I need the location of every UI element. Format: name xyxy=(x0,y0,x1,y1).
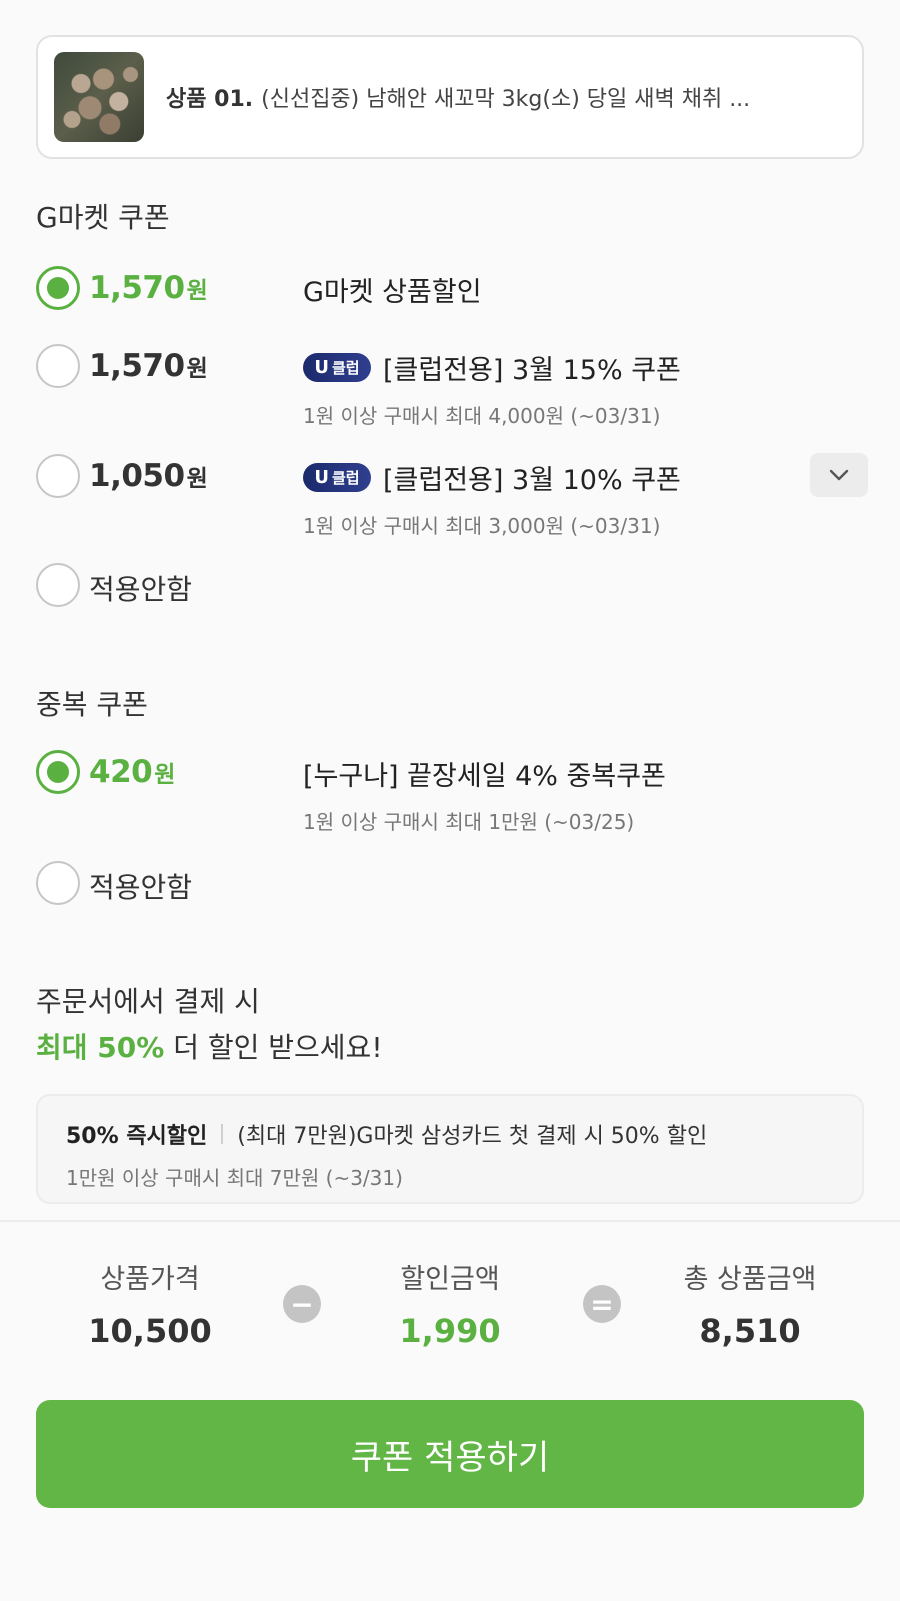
stack-coupon-title: 중복 쿠폰 xyxy=(36,688,148,721)
summary-divider xyxy=(0,1220,900,1222)
stack-coupon-sub-1: 1원 이상 구매시 최대 1만원 (~03/25) xyxy=(303,810,635,834)
expand-coupons-button[interactable] xyxy=(810,453,868,497)
equals-icon: = xyxy=(583,1285,621,1323)
stack-coupon-amount-1: 420원 xyxy=(89,754,175,790)
uclub-badge: U 클럽 xyxy=(303,463,371,492)
total-value: 8,510 xyxy=(699,1312,801,1350)
stack-coupon-none-label: 적용안함 xyxy=(89,871,193,904)
card-promo-title: (최대 7만원)G마켓 삼성카드 첫 결제 시 50% 할인 xyxy=(237,1124,708,1149)
stack-coupon-radio-none[interactable] xyxy=(36,861,80,905)
gmarket-coupon-amount-1: 1,570원 xyxy=(89,270,208,306)
product-card: 상품 01. (신선집중) 남해안 새꼬막 3kg(소) 당일 새벽 채취 ... xyxy=(36,35,864,159)
gmarket-coupon-radio-1[interactable] xyxy=(36,266,80,310)
card-promo-sub: 1만원 이상 구매시 최대 7만원 (~3/31) xyxy=(66,1166,403,1190)
gmarket-coupon-amount-3: 1,050원 xyxy=(89,458,208,494)
gmarket-coupon-none-label: 적용안함 xyxy=(89,573,193,606)
promo-line-1: 주문서에서 결제 시 xyxy=(36,985,260,1018)
total-label: 총 상품금액 xyxy=(683,1264,817,1295)
summary-price: 상품가격 10,500 xyxy=(20,1257,280,1350)
product-thumbnail xyxy=(54,52,144,142)
discount-label: 할인금액 xyxy=(400,1264,500,1295)
gmarket-coupon-title: G마켓 쿠폰 xyxy=(36,201,170,234)
gmarket-coupon-radio-none[interactable] xyxy=(36,563,80,607)
gmarket-coupon-radio-3[interactable] xyxy=(36,454,80,498)
chevron-down-icon xyxy=(829,469,849,481)
summary-total: 총 상품금액 8,510 xyxy=(620,1257,880,1350)
minus-icon: − xyxy=(283,1285,321,1323)
gmarket-coupon-title-3: U 클럽 [클럽전용] 3월 10% 쿠폰 xyxy=(303,458,681,497)
apply-coupon-button[interactable]: 쿠폰 적용하기 xyxy=(36,1400,864,1508)
price-label: 상품가격 xyxy=(100,1264,200,1295)
gmarket-coupon-sub-2: 1원 이상 구매시 최대 4,000원 (~03/31) xyxy=(303,404,661,428)
discount-value: 1,990 xyxy=(399,1312,501,1350)
stack-coupon-title-1: [누구나] 끝장세일 4% 중복쿠폰 xyxy=(303,761,666,792)
gmarket-coupon-radio-2[interactable] xyxy=(36,344,80,388)
card-promo-box[interactable]: 50% 즉시할인 (최대 7만원)G마켓 삼성카드 첫 결제 시 50% 할인 … xyxy=(36,1094,864,1204)
divider xyxy=(221,1124,224,1144)
uclub-badge: U 클럽 xyxy=(303,353,371,382)
promo-line-2: 최대 50% 더 할인 받으세요! xyxy=(36,1031,383,1064)
gmarket-coupon-sub-3: 1원 이상 구매시 최대 3,000원 (~03/31) xyxy=(303,514,661,538)
stack-coupon-radio-1[interactable] xyxy=(36,750,80,794)
product-index: 상품 01. xyxy=(166,87,254,112)
product-title: 상품 01. (신선집중) 남해안 새꼬막 3kg(소) 당일 새벽 채취 ... xyxy=(166,81,750,113)
card-promo-tag: 50% 즉시할인 xyxy=(66,1124,208,1149)
gmarket-coupon-title-2: U 클럽 [클럽전용] 3월 15% 쿠폰 xyxy=(303,348,681,387)
gmarket-coupon-title-1: G마켓 상품할인 xyxy=(303,277,482,308)
price-value: 10,500 xyxy=(88,1312,212,1350)
summary-discount: 할인금액 1,990 xyxy=(320,1257,580,1350)
gmarket-coupon-amount-2: 1,570원 xyxy=(89,348,208,384)
product-name: (신선집중) 남해안 새꼬막 3kg(소) 당일 새벽 채취 ... xyxy=(261,87,751,112)
